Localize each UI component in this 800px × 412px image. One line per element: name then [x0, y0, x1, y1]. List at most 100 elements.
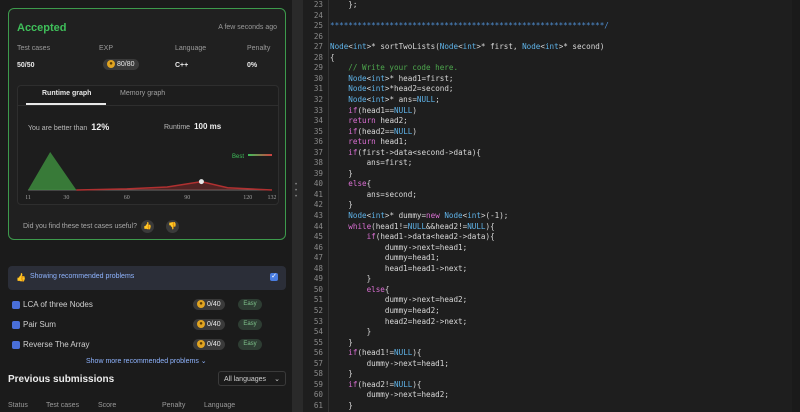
code-line[interactable]: return head2;	[330, 116, 407, 125]
code-line[interactable]: }	[330, 200, 353, 209]
problem-score: ● 0/40	[193, 339, 225, 350]
code-line[interactable]: if(head1!=NULL){	[330, 348, 421, 357]
code-line[interactable]: Node<int>* dummy=new Node<int>(-1);	[330, 211, 508, 220]
chart-legend-label: Best	[232, 154, 244, 160]
code-line[interactable]: dummy->next=head1;	[330, 359, 449, 368]
code-line[interactable]: else{	[330, 285, 390, 294]
code-line[interactable]: Node<int>* head1=first;	[330, 74, 453, 83]
line-number: 28	[313, 52, 323, 62]
code-line[interactable]: if(head1->data<head2->data){	[330, 232, 495, 241]
line-number: 57	[313, 358, 323, 368]
problem-score: ● 0/40	[193, 319, 225, 330]
code-line[interactable]: }	[330, 169, 353, 178]
line-number: 52	[313, 305, 323, 315]
code-line[interactable]: }	[330, 369, 353, 378]
coin-icon: ●	[107, 60, 115, 69]
code-line[interactable]: {	[330, 53, 335, 62]
line-number: 49	[313, 274, 323, 284]
runtime-label: Runtime	[164, 124, 191, 131]
thumb-up-button[interactable]: 👍	[141, 220, 154, 233]
show-more-link[interactable]: Show more recommended problems ⌄	[86, 357, 207, 365]
code-line[interactable]: else{	[330, 179, 371, 188]
recommended-toggle[interactable]: 👍 Showing recommended problems ✓	[8, 266, 286, 290]
stat-label-language: Language	[175, 45, 207, 52]
line-number: 34	[313, 116, 323, 126]
problem-link[interactable]: Reverse The Array	[12, 340, 90, 349]
code-line[interactable]: head1=head1->next;	[330, 264, 467, 273]
code-line[interactable]: ans=second;	[330, 190, 417, 199]
code-line[interactable]: dummy->next=head1;	[330, 243, 467, 252]
drag-handle-icon: • • •	[295, 182, 298, 200]
submission-time: A few seconds ago	[218, 24, 277, 31]
difficulty-badge: Easy	[238, 299, 262, 310]
checkbox-checked[interactable]: ✓	[270, 273, 278, 281]
code-line[interactable]: if(head1==NULL)	[330, 106, 417, 115]
chart-tick-label: 30	[63, 195, 69, 201]
line-number: 38	[313, 158, 323, 168]
code-line[interactable]: ans=first;	[330, 158, 413, 167]
problem-title: LCA of three Nodes	[23, 300, 93, 309]
coin-icon: ●	[197, 340, 205, 349]
editor-scrollbar[interactable]	[792, 0, 800, 412]
code-editor[interactable]: 23 }; 24 25 *******************************…	[303, 0, 800, 412]
code-line[interactable]: Node<int>* sortTwoLists(Node<int>* first…	[330, 42, 604, 51]
code-line[interactable]: while(head1!=NULL&&head2!=NULL){	[330, 222, 494, 231]
line-number: 55	[313, 337, 323, 347]
indent-guide	[328, 0, 329, 412]
code-line[interactable]: };	[330, 0, 357, 9]
line-number: 53	[313, 316, 323, 326]
code-line[interactable]: dummy=head2;	[330, 306, 440, 315]
problem-score-value: 0/40	[207, 341, 221, 348]
stat-label-exp: EXP	[99, 45, 114, 52]
panel-resizer[interactable]: • • •	[292, 0, 303, 412]
column-header: Penalty	[162, 402, 186, 409]
tab-memory-graph[interactable]: Memory graph	[120, 90, 165, 97]
code-line[interactable]: }	[330, 327, 372, 336]
code-line[interactable]: ****************************************…	[330, 21, 609, 30]
problem-score-value: 0/40	[207, 321, 221, 328]
chevron-down-icon: ⌄	[200, 358, 207, 365]
coin-icon: ●	[197, 300, 205, 309]
problem-link[interactable]: Pair Sum	[12, 320, 56, 329]
difficulty-badge: Easy	[238, 339, 262, 350]
line-number: 31	[313, 84, 323, 94]
tab-runtime-graph[interactable]: Runtime graph	[42, 90, 91, 97]
language-filter-select[interactable]: All languages ⌄	[218, 371, 286, 386]
runtime-value: 100 ms	[194, 122, 222, 131]
code-line[interactable]: Node<int>*head2=second;	[330, 84, 453, 93]
line-number: 48	[313, 263, 323, 273]
stat-label-penalty: Penalty	[247, 45, 271, 52]
line-number: 59	[313, 379, 323, 389]
code-line[interactable]: return head1;	[330, 137, 407, 146]
problem-icon	[12, 320, 20, 329]
line-number: 33	[313, 105, 323, 115]
code-line[interactable]: if(head2!=NULL){	[330, 380, 421, 389]
chart-marker-user	[198, 179, 204, 185]
column-header: Score	[98, 402, 117, 409]
recommended-toggle-label: Showing recommended problems	[30, 273, 135, 280]
thumb-down-button[interactable]: 👎	[166, 220, 179, 233]
problem-link[interactable]: LCA of three Nodes	[12, 300, 93, 309]
code-line[interactable]: head2=head2->next;	[330, 317, 467, 326]
stat-value-testcases: 50/50	[17, 62, 35, 69]
code-line[interactable]: }	[330, 338, 353, 347]
code-line[interactable]: if(head2==NULL)	[330, 127, 417, 136]
code-line[interactable]: dummy->next=head2;	[330, 390, 449, 399]
chevron-down-icon: ⌄	[274, 376, 280, 383]
better-than: You are better than 12%	[28, 122, 109, 132]
line-number: 51	[313, 295, 323, 305]
code-line[interactable]: Node<int>* ans=NULL;	[330, 95, 439, 104]
coin-icon: ●	[197, 320, 205, 329]
code-line[interactable]: // Write your code here.	[330, 63, 458, 72]
feedback-question: Did you find these test cases useful?	[23, 223, 138, 230]
code-line[interactable]: }	[330, 274, 372, 283]
line-number: 37	[313, 147, 323, 157]
code-line[interactable]: dummy=head1;	[330, 253, 440, 262]
show-more-label: Show more recommended problems	[86, 358, 199, 365]
stat-value-exp: 80/80	[117, 61, 135, 68]
code-line[interactable]: }	[330, 401, 353, 410]
code-line[interactable]: dummy->next=head2;	[330, 295, 467, 304]
line-number: 30	[313, 73, 323, 83]
code-line[interactable]: if(first->data<second->data){	[330, 148, 481, 157]
line-number: 56	[313, 348, 323, 358]
